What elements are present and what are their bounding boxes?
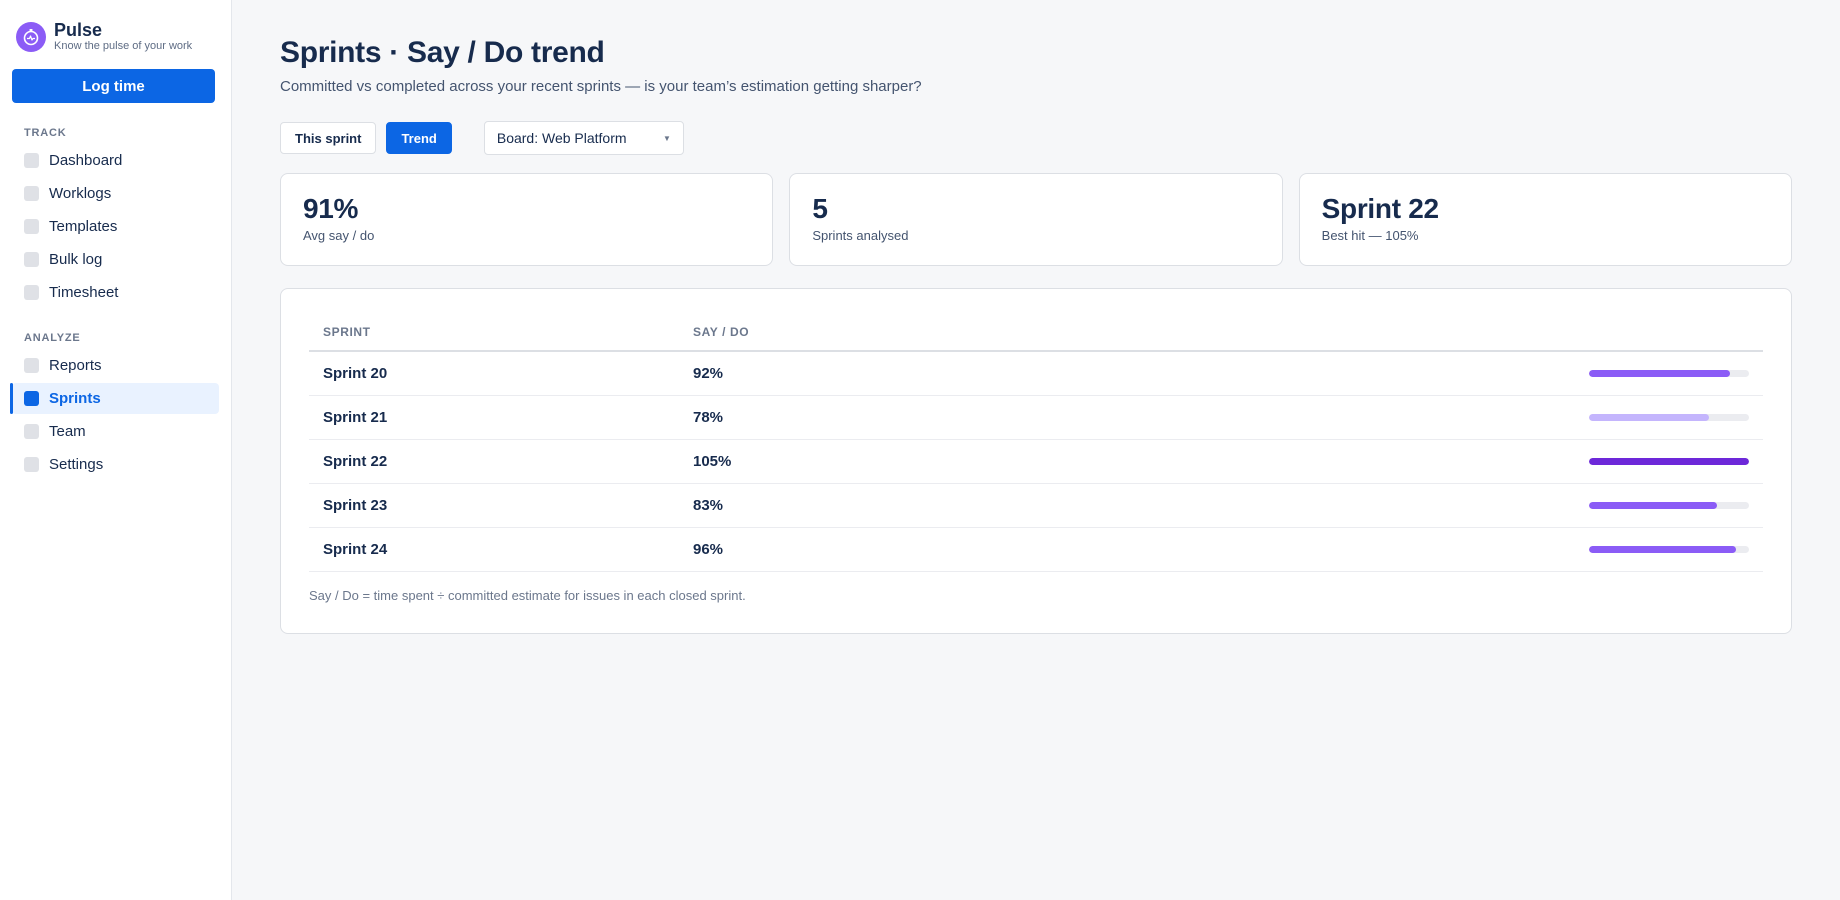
sidebar-item-settings[interactable]: Settings [12, 449, 219, 480]
column-header-sprint: SPRINT [309, 325, 679, 352]
app-tagline: Know the pulse of your work [54, 40, 193, 52]
sprint-table: SPRINT SAY / DO Sprint 20 92% Sprint 21 78%… [309, 325, 1763, 572]
sprint-name: Sprint 24 [309, 527, 679, 572]
sidebar-item-reports[interactable]: Reports [12, 350, 219, 381]
sidebar-item-label: Worklogs [49, 185, 112, 202]
trend-button[interactable]: Trend [386, 122, 452, 154]
sprint-name: Sprint 20 [309, 351, 679, 396]
sprint-name: Sprint 23 [309, 483, 679, 528]
say-do-value: 96% [679, 527, 1015, 572]
stat-label: Avg say / do [303, 228, 375, 243]
templates-icon [24, 219, 39, 234]
sidebar-item-label: Team [49, 423, 86, 440]
say-do-value: 83% [679, 483, 1015, 528]
say-do-bar-cell [1014, 351, 1763, 396]
sprint-table-card: SPRINT SAY / DO Sprint 20 92% Sprint 21 78%… [280, 288, 1792, 634]
sprint-name: Sprint 22 [309, 439, 679, 484]
sidebar-item-bulk-log[interactable]: Bulk log [12, 244, 219, 275]
sidebar-item-team[interactable]: Team [12, 416, 219, 447]
sidebar-item-worklogs[interactable]: Worklogs [12, 178, 219, 209]
say-do-bar [1589, 370, 1749, 378]
say-do-value: 92% [679, 351, 1015, 396]
table-row[interactable]: Sprint 21 78% [309, 395, 1763, 440]
say-do-bar [1589, 414, 1749, 422]
timesheet-icon [24, 285, 39, 300]
sidebar-item-label: Templates [49, 218, 118, 235]
sidebar-item-templates[interactable]: Templates [12, 211, 219, 242]
stat-label: Best hit — 105% [1321, 228, 1419, 243]
table-footnote: Say / Do = time spent ÷ committed estima… [309, 587, 746, 603]
bulk-log-icon [24, 252, 39, 267]
stat-card-best: Sprint 22 Best hit — 105% [1298, 173, 1792, 266]
sprint-name: Sprint 21 [309, 395, 679, 440]
reports-icon [24, 358, 39, 373]
this-sprint-button[interactable]: This sprint [280, 122, 377, 154]
chevron-down-icon: ▼ [662, 133, 671, 143]
say-do-bar [1589, 546, 1749, 554]
table-row[interactable]: Sprint 24 96% [309, 527, 1763, 572]
say-do-bar-fill [1589, 414, 1709, 422]
table-header-row: SPRINT SAY / DO [309, 325, 1763, 352]
sidebar-item-dashboard[interactable]: Dashboard [12, 145, 219, 176]
say-do-bar-fill [1589, 502, 1717, 510]
say-do-value: 105% [679, 439, 1015, 484]
sidebar-item-label: Settings [49, 456, 104, 473]
stat-card-avg: 91% Avg say / do [280, 173, 774, 266]
stat-value: Sprint 22 [1321, 193, 1439, 224]
sprints-icon [24, 391, 39, 406]
sidebar: Pulse Know the pulse of your work Log ti… [0, 0, 232, 900]
sidebar-item-label: Reports [49, 357, 102, 374]
pulse-logo-icon [16, 21, 46, 52]
sidebar-item-label: Bulk log [49, 251, 103, 268]
nav-section-track: TRACK [24, 127, 67, 139]
worklogs-icon [24, 186, 39, 201]
say-do-bar-cell [1014, 439, 1763, 484]
column-header-say-do: SAY / DO [679, 325, 1015, 352]
page-subtitle: Committed vs completed across your recen… [280, 78, 922, 95]
say-do-bar-cell [1014, 483, 1763, 528]
app-name: Pulse [54, 20, 103, 40]
stat-value: 91% [303, 193, 359, 224]
log-time-button[interactable]: Log time [12, 69, 215, 103]
table-row[interactable]: Sprint 22 105% [309, 439, 1763, 484]
say-do-bar-fill [1589, 370, 1730, 378]
nav-section-analyze: ANALYZE [24, 332, 81, 344]
say-do-bar-fill [1589, 546, 1737, 554]
stat-label: Sprints analysed [812, 228, 909, 243]
say-do-bar-cell [1014, 395, 1763, 440]
stats-row: 91% Avg say / do 5 Sprints analysed Spri… [280, 173, 1792, 266]
sidebar-item-label: Sprints [49, 390, 101, 407]
main-content: Sprints · Say / Do trend Committed vs co… [232, 0, 1840, 900]
brand[interactable]: Pulse Know the pulse of your work [12, 18, 219, 55]
say-do-bar-fill [1589, 458, 1749, 466]
say-do-bar [1589, 458, 1749, 466]
sidebar-item-timesheet[interactable]: Timesheet [12, 277, 219, 308]
page-title: Sprints · Say / Do trend [280, 36, 605, 69]
table-row[interactable]: Sprint 20 92% [309, 351, 1763, 396]
board-select[interactable]: Board: Web Platform ▼ [483, 121, 684, 155]
say-do-bar-cell [1014, 527, 1763, 572]
stat-value: 5 [812, 193, 828, 224]
say-do-bar [1589, 502, 1749, 510]
view-controls: This sprint Trend Board: Web Platform ▼ [280, 121, 1792, 155]
sidebar-item-label: Timesheet [49, 284, 119, 301]
column-header-bar [1014, 325, 1763, 352]
table-row[interactable]: Sprint 23 83% [309, 483, 1763, 528]
team-icon [24, 424, 39, 439]
dashboard-icon [24, 153, 39, 168]
sidebar-item-sprints[interactable]: Sprints [10, 383, 219, 414]
sidebar-item-label: Dashboard [49, 152, 123, 169]
say-do-value: 78% [679, 395, 1015, 440]
settings-icon [24, 457, 39, 472]
stat-card-count: 5 Sprints analysed [789, 173, 1283, 266]
board-select-value: Board: Web Platform [496, 130, 627, 146]
